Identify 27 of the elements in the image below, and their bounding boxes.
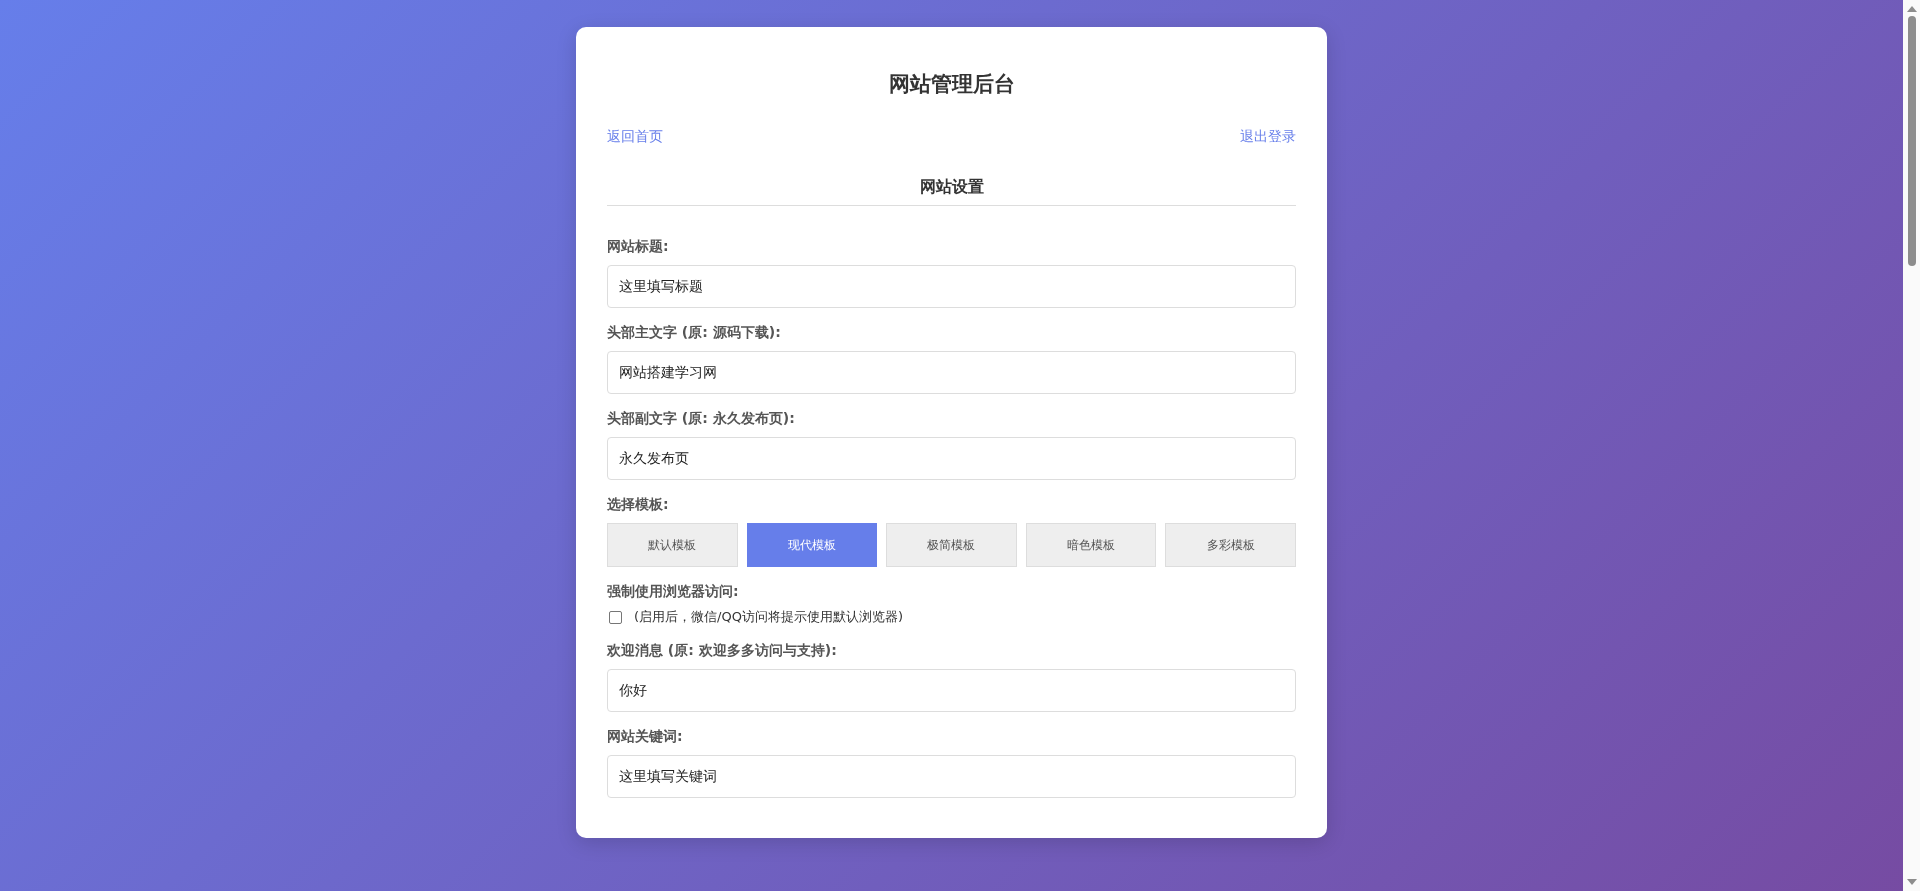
template-button[interactable]: 极简模板	[886, 523, 1017, 567]
template-button[interactable]: 暗色模板	[1025, 523, 1157, 567]
template-button[interactable]: 默认模板	[607, 523, 738, 567]
field-label: 网站标题:	[607, 237, 670, 255]
field-label: 网站关键词:	[607, 727, 684, 745]
field-label: 头部副文字 (原: 永久发布页):	[607, 409, 796, 427]
checkbox-hint: (启用后，微信/QQ访问将提示使用默认浏览器)	[634, 608, 903, 626]
page-title: 网站管理后台	[887, 71, 1016, 97]
section-title: 网站设置	[607, 177, 1296, 206]
field-label: 头部主文字 (原: 源码下载):	[607, 323, 782, 341]
logout-link[interactable]: 退出登录	[1240, 127, 1296, 145]
scrollbar[interactable]	[1903, 0, 1920, 891]
field-label: 选择模板:	[607, 495, 670, 513]
scroll-down-icon[interactable]	[1906, 879, 1917, 885]
input-field[interactable]: 这里填写关键词	[607, 755, 1296, 798]
template-button[interactable]: 多彩模板	[1165, 523, 1296, 567]
checkbox[interactable]	[609, 610, 622, 624]
scrollbar-thumb[interactable]	[1907, 16, 1916, 266]
field-label: 欢迎消息 (原: 欢迎多多访问与支持):	[607, 641, 838, 659]
template-button[interactable]: 现代模板	[746, 523, 878, 567]
input-field[interactable]: 永久发布页	[607, 437, 1296, 480]
input-field[interactable]: 网站搭建学习网	[607, 351, 1296, 394]
scroll-up-icon[interactable]	[1906, 6, 1917, 12]
input-field[interactable]: 你好	[607, 669, 1296, 712]
input-field[interactable]: 这里填写标题	[607, 265, 1296, 308]
back-home-link[interactable]: 返回首页	[607, 127, 663, 145]
field-label: 强制使用浏览器访问:	[607, 582, 740, 600]
